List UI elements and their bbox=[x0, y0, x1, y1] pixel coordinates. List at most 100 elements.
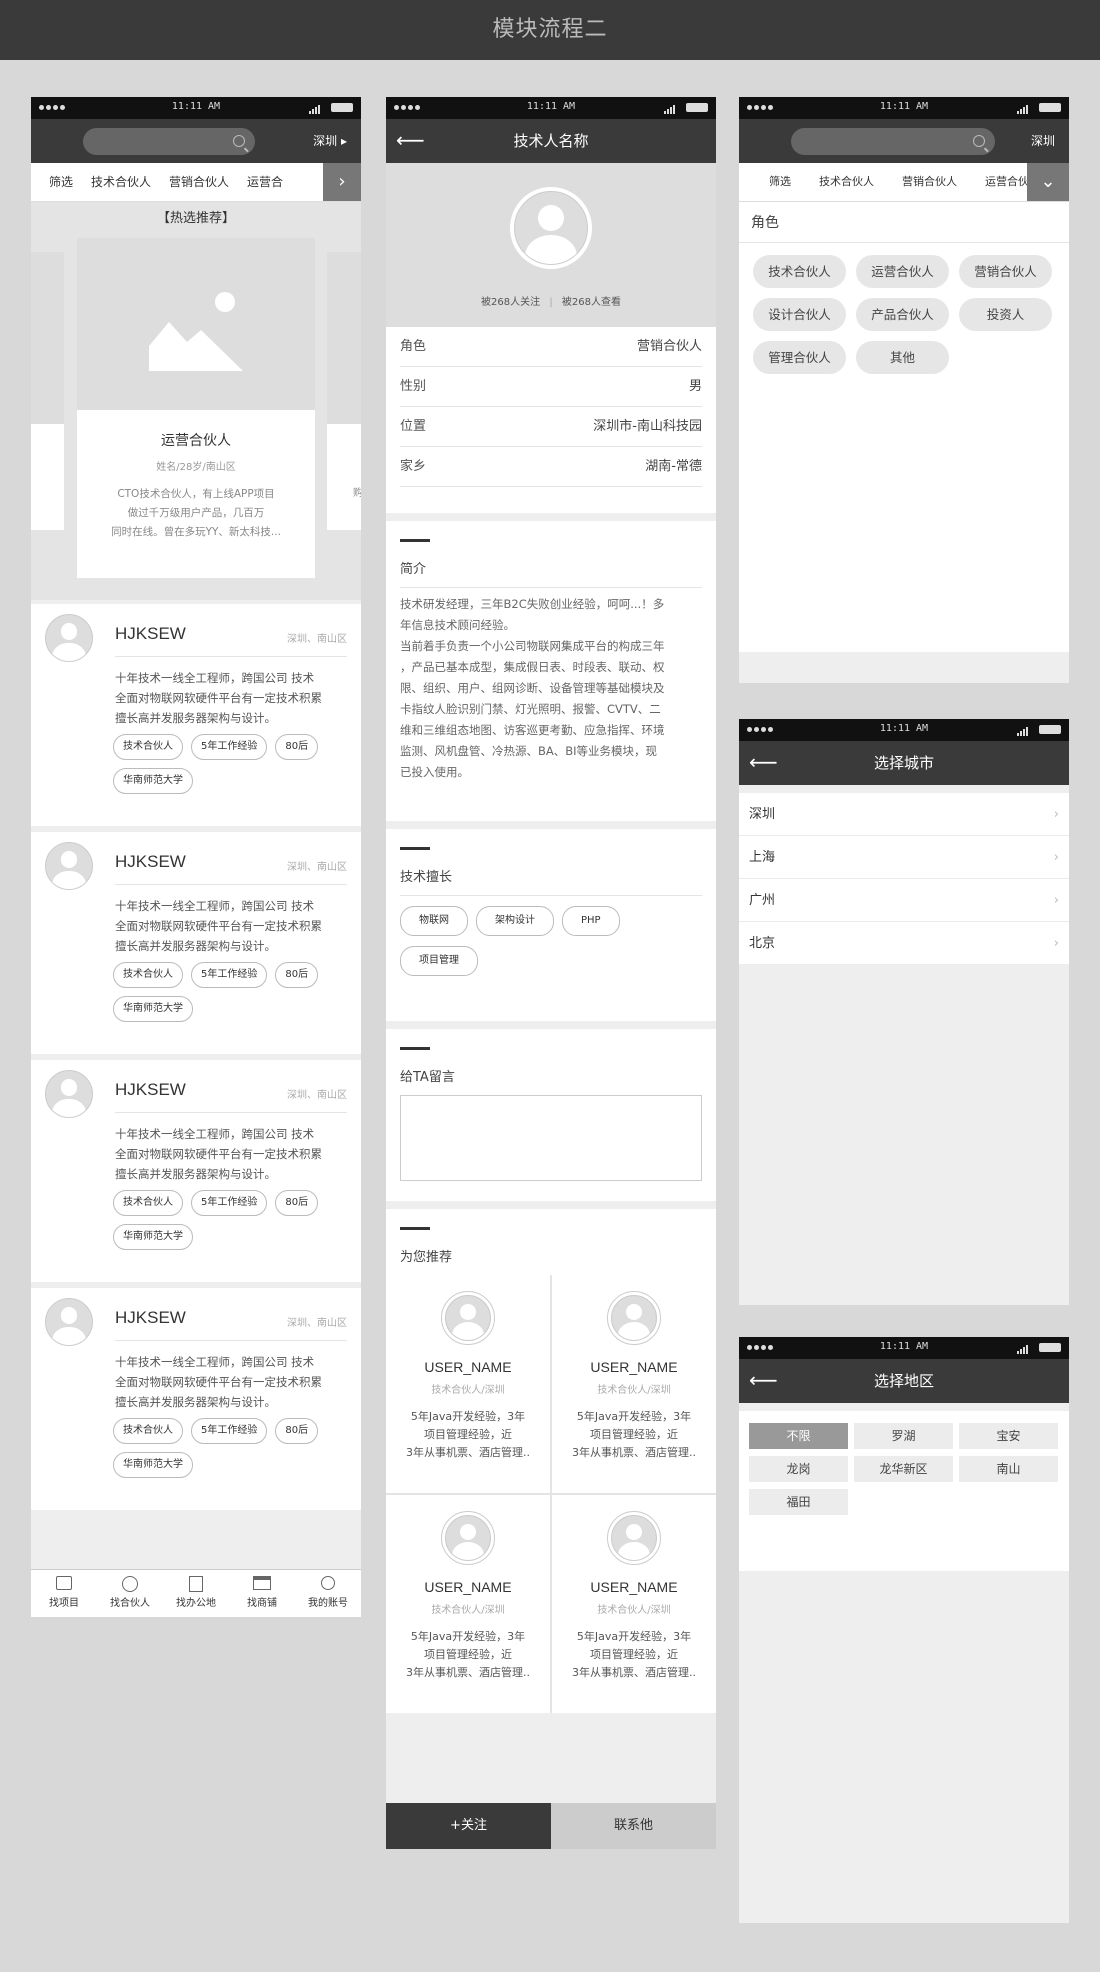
city-name: 北京 bbox=[749, 936, 776, 951]
area-chip[interactable]: 龙华新区 bbox=[854, 1456, 953, 1482]
contact-button[interactable]: 联系他 bbox=[551, 1803, 716, 1849]
recommend-card[interactable]: USER_NAME 技术合伙人/深圳 5年Java开发经验，3年 项目管理经验，近 3年… bbox=[552, 1275, 716, 1493]
recommend-role: 技术合伙人/深圳 bbox=[597, 1385, 671, 1396]
carousel-next-card[interactable]: 购 bbox=[327, 252, 361, 530]
nav-my-account[interactable]: 我的账号 bbox=[295, 1570, 361, 1617]
partner-desc: 全面对物联网软硬件平台有一定技术积累 bbox=[115, 1375, 322, 1389]
search-input[interactable] bbox=[83, 128, 255, 155]
recommend-desc: 5年Java开发经验，3年 bbox=[410, 1410, 526, 1423]
info-row: 家乡 湖南-常德 bbox=[400, 447, 702, 487]
area-chip[interactable]: 福田 bbox=[749, 1489, 848, 1515]
role-chip[interactable]: 其他 bbox=[856, 341, 949, 374]
recommend-avatar bbox=[607, 1511, 661, 1565]
tab-marketing-partner[interactable]: 营销合伙人 bbox=[902, 163, 957, 201]
area-chip[interactable]: 罗湖 bbox=[854, 1423, 953, 1449]
partner-tags: 技术合伙人 5年工作经验 80后华南师范大学 bbox=[113, 1190, 349, 1258]
carousel-prev-card[interactable] bbox=[31, 252, 64, 530]
area-panel: 不限 罗湖 宝安龙岗 龙华新区 南山福田 bbox=[739, 1411, 1069, 1571]
role-chip[interactable]: 营销合伙人 bbox=[959, 255, 1052, 288]
recommend-section: 为您推荐 USER_NAME 技术合伙人/深圳 5年Java开发经验，3年 项目管理经… bbox=[386, 1209, 716, 1713]
recommend-card[interactable]: USER_NAME 技术合伙人/深圳 5年Java开发经验，3年 项目管理经验，近 3年… bbox=[386, 1275, 550, 1493]
message-textarea[interactable] bbox=[400, 1095, 702, 1181]
role-chip[interactable]: 投资人 bbox=[959, 298, 1052, 331]
info-key: 角色 bbox=[400, 339, 427, 354]
recommend-desc: 3年从事机票、酒店管理.. bbox=[406, 1446, 530, 1459]
city-row[interactable]: 北京 › bbox=[739, 922, 1069, 965]
recommend-name: USER_NAME bbox=[590, 1579, 678, 1595]
partner-location: 深圳、南山区 bbox=[287, 634, 347, 645]
partner-tag: 5年工作经验 bbox=[191, 1190, 268, 1216]
partner-desc: 十年技术一线全工程师，跨国公司 技术 bbox=[115, 1355, 315, 1369]
info-value: 男 bbox=[688, 379, 702, 394]
chevron-right-icon: › bbox=[1053, 850, 1059, 865]
partner-desc: 擅长高并发服务器架构与设计。 bbox=[115, 1167, 276, 1181]
role-chip[interactable]: 运营合伙人 bbox=[856, 255, 949, 288]
recommend-avatar bbox=[607, 1291, 661, 1345]
partner-name: HJKSEW bbox=[115, 1080, 186, 1099]
info-key: 家乡 bbox=[400, 459, 427, 474]
skills-title: 技术擅长 bbox=[400, 870, 453, 885]
chevron-down-icon[interactable]: ⌄ bbox=[1027, 163, 1069, 201]
info-value: 湖南-常德 bbox=[645, 459, 702, 474]
tab-filter[interactable]: 筛选 bbox=[49, 163, 73, 201]
partner-tag: 5年工作经验 bbox=[191, 1418, 268, 1444]
partner-tags: 技术合伙人 5年工作经验 80后华南师范大学 bbox=[113, 1418, 349, 1486]
partner-list: HJKSEW 深圳、南山区十年技术一线全工程师，跨国公司 技术 全面对物联网软硬件平… bbox=[31, 604, 361, 1510]
partner-tag: 5年工作经验 bbox=[191, 962, 268, 988]
role-chip[interactable]: 技术合伙人 bbox=[753, 255, 846, 288]
skill-tag: 物联网 bbox=[400, 906, 468, 936]
role-chip[interactable]: 管理合伙人 bbox=[753, 341, 846, 374]
city-row[interactable]: 广州 › bbox=[739, 879, 1069, 922]
role-chip[interactable]: 产品合伙人 bbox=[856, 298, 949, 331]
role-panel: 角色 技术合伙人 运营合伙人 营销合伙人 设计合伙人 产品合伙人 投资人 管理合伙人 其他 bbox=[739, 202, 1069, 652]
recommend-card[interactable]: USER_NAME 技术合伙人/深圳 5年Java开发经验，3年 项目管理经验，近 3年… bbox=[386, 1495, 550, 1713]
intro-line: 限、组织、用户、组网诊断、设备管理等基础模块及 bbox=[400, 681, 665, 695]
intro-line: ，产品已基本成型，集成假日表、时段表、联动、权 bbox=[400, 660, 665, 674]
area-chip[interactable]: 龙岗 bbox=[749, 1456, 848, 1482]
city-list: 深圳 › 上海 › 广州 › 北京 › bbox=[739, 793, 1069, 965]
follow-button[interactable]: +关注 bbox=[386, 1803, 551, 1849]
city-selector[interactable]: 深圳 bbox=[1031, 119, 1055, 163]
recommend-name: USER_NAME bbox=[424, 1579, 512, 1595]
recommend-desc: 5年Java开发经验，3年 bbox=[410, 1630, 526, 1643]
featured-card[interactable]: 运营合伙人 姓名/28岁/南山区 CTO技术合伙人，有上线APP项目 做过千万级… bbox=[77, 238, 315, 578]
search-header: 深圳 bbox=[739, 119, 1069, 163]
profile-hero: 被268人关注 | 被268人查看 bbox=[386, 163, 716, 327]
chevron-right-icon: › bbox=[1053, 893, 1059, 908]
intro-text: 技术研发经理，三年B2C失败创业经验，呵呵...！多 年信息技术顾问经验。 当前着手… bbox=[400, 594, 702, 783]
partner-card-divider bbox=[115, 656, 347, 657]
status-bar: 11:11 AM bbox=[739, 1337, 1069, 1359]
avatar-icon bbox=[45, 842, 93, 890]
tab-ops-partner[interactable]: 运营合伙 bbox=[985, 163, 1029, 201]
partner-card[interactable]: HJKSEW 深圳、南山区 十年技术一线全工程师，跨国公司 技术 全面对物联网软硬件平… bbox=[31, 1060, 361, 1282]
recommend-card[interactable]: USER_NAME 技术合伙人/深圳 5年Java开发经验，3年 项目管理经验，近 3年… bbox=[552, 1495, 716, 1713]
nav-find-shop[interactable]: 找商铺 bbox=[229, 1570, 295, 1617]
tab-filter[interactable]: 筛选 bbox=[769, 163, 791, 201]
city-row[interactable]: 上海 › bbox=[739, 836, 1069, 879]
tab-tech-partner[interactable]: 技术合伙人 bbox=[819, 163, 874, 201]
status-bar: 11:11 AM bbox=[386, 97, 716, 119]
recommend-role: 技术合伙人/深圳 bbox=[597, 1605, 671, 1616]
area-chip[interactable]: 南山 bbox=[959, 1456, 1058, 1482]
tab-tech-partner[interactable]: 技术合伙人 bbox=[91, 163, 151, 201]
recommend-desc: 3年从事机票、酒店管理.. bbox=[572, 1666, 696, 1679]
city-row[interactable]: 深圳 › bbox=[739, 793, 1069, 836]
search-input[interactable] bbox=[791, 128, 995, 155]
area-chip[interactable]: 宝安 bbox=[959, 1423, 1058, 1449]
nav-find-project[interactable]: 找项目 bbox=[31, 1570, 97, 1617]
partner-desc: 全面对物联网软硬件平台有一定技术积累 bbox=[115, 1147, 322, 1161]
partner-card[interactable]: HJKSEW 深圳、南山区 十年技术一线全工程师，跨国公司 技术 全面对物联网软硬件平… bbox=[31, 1288, 361, 1510]
tab-ops-partner[interactable]: 运营合 bbox=[247, 163, 283, 201]
partner-card[interactable]: HJKSEW 深圳、南山区 十年技术一线全工程师，跨国公司 技术 全面对物联网软硬件平… bbox=[31, 604, 361, 826]
city-selector[interactable]: 深圳 ▸ bbox=[313, 119, 347, 163]
chevron-right-icon[interactable]: › bbox=[323, 163, 361, 201]
battery-icon bbox=[331, 103, 353, 112]
partner-card[interactable]: HJKSEW 深圳、南山区 十年技术一线全工程师，跨国公司 技术 全面对物联网软硬件平… bbox=[31, 832, 361, 1054]
nav-find-office[interactable]: 找办公地 bbox=[163, 1570, 229, 1617]
nav-find-partner[interactable]: 找合伙人 bbox=[97, 1570, 163, 1617]
tab-marketing-partner[interactable]: 营销合伙人 bbox=[169, 163, 229, 201]
recommend-avatar bbox=[441, 1511, 495, 1565]
role-chip[interactable]: 设计合伙人 bbox=[753, 298, 846, 331]
area-chip[interactable]: 不限 bbox=[749, 1423, 848, 1449]
signal-bars-icon bbox=[1017, 725, 1029, 736]
